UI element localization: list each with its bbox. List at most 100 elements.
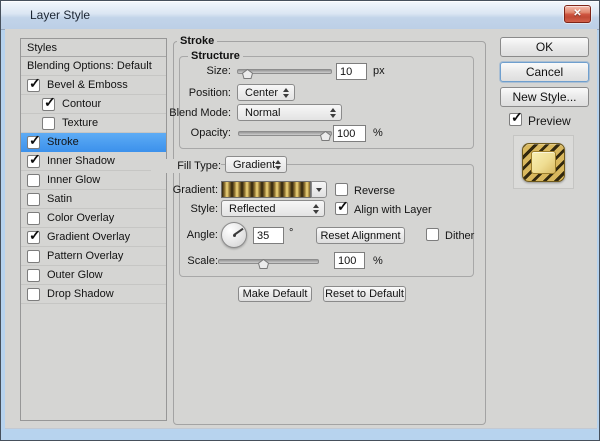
reset-alignment-button[interactable]: Reset Alignment [316,227,405,244]
blend-mode-label: Blend Mode: [151,107,231,119]
style-checkbox[interactable]: ✓ [27,250,40,263]
style-preview-inner [531,151,556,174]
dither-label: Dither [445,230,474,242]
new-style-button[interactable]: New Style... [500,87,589,107]
sidebar-item-outer-glow[interactable]: ✓ Outer Glow [21,266,166,285]
cancel-button[interactable]: Cancel [500,62,589,82]
sidebar-item-drop-shadow[interactable]: ✓ Drop Shadow [21,285,166,304]
style-checkbox[interactable]: ✓ [42,117,55,130]
scale-input[interactable] [334,252,365,269]
fill-type-dropdown[interactable]: Gradient [225,156,287,173]
styles-list: Styles Blending Options: Default✓Bevel & … [20,38,167,421]
fill-type-value: Gradient [233,159,275,171]
dither-checkbox[interactable]: ✓ [426,228,439,241]
checkmark-icon: ✓ [511,109,523,126]
angle-center-dot [233,234,236,237]
position-label: Position: [151,87,231,99]
opacity-unit-label: % [373,127,383,139]
opacity-input[interactable] [333,125,366,142]
style-preview-swatch [522,143,565,182]
spinner-icon [275,160,281,170]
reverse-checkbox[interactable]: ✓ [335,183,348,196]
preview-checkbox[interactable]: ✓ [509,113,522,126]
checkmark-icon: ✓ [29,132,41,149]
opacity-slider[interactable] [238,128,332,138]
style-checkbox[interactable]: ✓ [27,231,40,244]
sidebar-item-label: Drop Shadow [47,288,114,300]
sidebar-item-inner-glow[interactable]: ✓ Inner Glow [21,171,166,190]
window-title: Layer Style [30,8,90,22]
position-value: Center [245,87,278,99]
sidebar-item-blending-options-default[interactable]: Blending Options: Default [21,57,166,76]
scale-slider-thumb[interactable] [258,256,269,266]
align-with-layer-checkbox[interactable]: ✓ [335,202,348,215]
style-checkbox[interactable]: ✓ [27,269,40,282]
style-label: Style: [151,203,218,215]
scale-label: Scale: [151,255,218,267]
gradient-picker-button[interactable] [311,181,327,198]
reset-to-default-button[interactable]: Reset to Default [323,286,406,302]
slider-thumb-icon [320,131,331,141]
scale-unit-label: % [373,255,383,267]
sidebar-item-inner-shadow[interactable]: ✓ Inner Shadow [21,152,166,171]
sidebar-item-label: Gradient Overlay [47,231,130,243]
sidebar-item-label: Inner Shadow [47,155,115,167]
structure-heading: Structure [188,50,243,62]
slider-thumb-icon [242,69,253,79]
style-checkbox[interactable]: ✓ [27,79,40,92]
sidebar-item-gradient-overlay[interactable]: ✓ Gradient Overlay [21,228,166,247]
style-checkbox[interactable]: ✓ [27,174,40,187]
sidebar-item-pattern-overlay[interactable]: ✓Pattern Overlay [21,247,166,266]
make-default-button[interactable]: Make Default [238,286,312,302]
checkmark-icon: ✓ [29,75,41,92]
gradient-swatch[interactable] [221,181,311,198]
layer-style-dialog: Layer Style ✕ Styles Blending Options: De… [0,0,600,441]
sidebar-item-label: Styles [27,42,57,54]
angle-label: Angle: [151,229,218,241]
position-dropdown[interactable]: Center [237,84,295,101]
size-slider-thumb[interactable] [242,66,253,76]
sidebar-item-contour[interactable]: ✓ Contour [21,95,166,114]
sidebar-item-color-overlay[interactable]: ✓Color Overlay [21,209,166,228]
style-dropdown[interactable]: Reflected [221,200,325,217]
sidebar-item-stroke[interactable]: ✓ Stroke [21,133,166,152]
sidebar-item-bevel-emboss[interactable]: ✓Bevel & Emboss [21,76,166,95]
blend-mode-value: Normal [245,107,280,119]
size-input[interactable] [336,63,367,80]
style-checkbox[interactable]: ✓ [42,98,55,111]
sidebar-item-styles[interactable]: Styles [21,39,166,57]
scale-slider[interactable] [218,256,319,266]
style-checkbox[interactable]: ✓ [27,288,40,301]
opacity-label: Opacity: [151,127,231,139]
size-slider[interactable] [237,66,332,76]
fill-type-label: Fill Type: [151,159,221,173]
slider-track [238,131,332,136]
style-checkbox[interactable]: ✓ [27,212,40,225]
angle-input[interactable] [253,227,284,244]
spinner-icon [330,108,336,118]
checkmark-icon: ✓ [29,151,41,168]
style-checkbox[interactable]: ✓ [27,155,40,168]
sidebar-item-label: Inner Glow [47,174,100,186]
angle-dial[interactable] [221,222,247,248]
sidebar-item-label: Contour [62,98,101,110]
slider-thumb-icon [258,259,269,269]
align-with-layer-label: Align with Layer [354,204,432,216]
preview-label: Preview [528,114,571,128]
sidebar-item-texture[interactable]: ✓Texture [21,114,166,133]
close-icon: ✕ [573,8,581,19]
style-checkbox[interactable]: ✓ [27,193,40,206]
spinner-icon [313,204,319,214]
sidebar-item-label: Outer Glow [47,269,103,281]
dropdown-arrow-icon [316,188,322,192]
size-label: Size: [151,65,231,77]
size-unit-label: px [373,65,385,77]
sidebar-item-label: Stroke [47,136,79,148]
blend-mode-dropdown[interactable]: Normal [237,104,342,121]
opacity-slider-thumb[interactable] [320,128,331,138]
titlebar[interactable]: Layer Style ✕ [1,1,599,30]
style-checkbox[interactable]: ✓ [27,136,40,149]
ok-button[interactable]: OK [500,37,589,57]
sidebar-item-satin[interactable]: ✓Satin [21,190,166,209]
close-button[interactable]: ✕ [564,5,591,23]
